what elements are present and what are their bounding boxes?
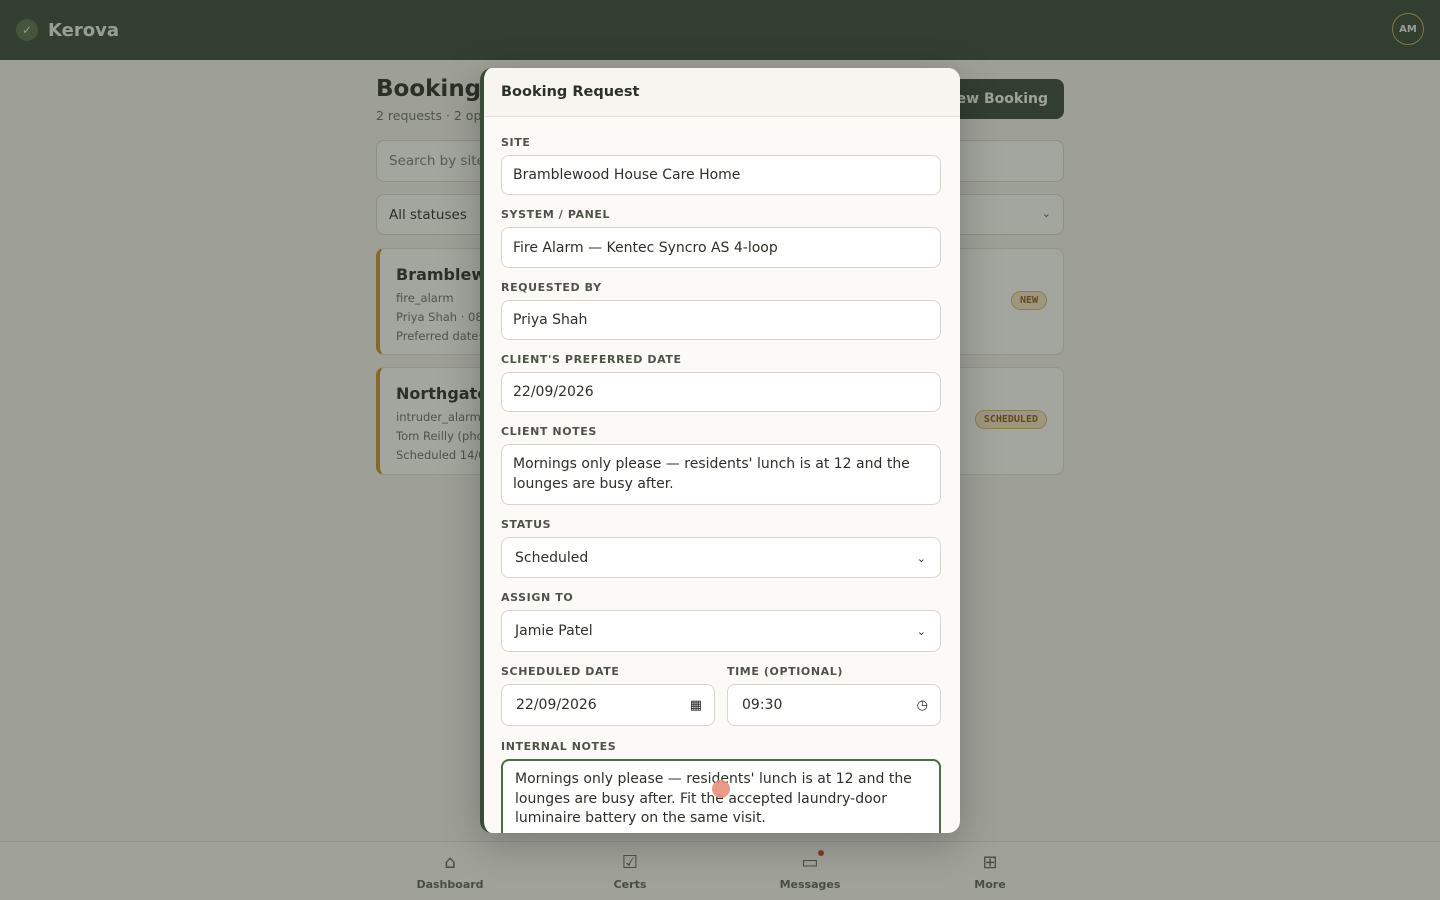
site-field[interactable]: Bramblewood House Care Home xyxy=(501,155,941,195)
requested-by-value: Priya Shah xyxy=(513,312,588,328)
time-input[interactable]: 09:30 ◷ xyxy=(727,684,941,726)
site-label: SITE xyxy=(501,136,531,149)
scheduled-date-label: SCHEDULED DATE xyxy=(501,665,620,678)
scheduled-date-input[interactable]: 22/09/2026 ▦ xyxy=(501,684,715,726)
modal-title: Booking Request xyxy=(484,68,960,117)
site-value: Bramblewood House Care Home xyxy=(513,167,741,183)
status-label: STATUS xyxy=(501,518,552,531)
assign-to-value: Jamie Patel xyxy=(515,623,593,639)
internal-notes-label: INTERNAL NOTES xyxy=(501,740,617,753)
assign-to-label: ASSIGN TO xyxy=(501,591,574,604)
time-value: 09:30 xyxy=(742,697,783,713)
system-value: Fire Alarm — Kentec Syncro AS 4-loop xyxy=(513,239,778,256)
client-notes-field[interactable]: Mornings only please — residents' lunch … xyxy=(501,444,941,505)
assign-to-select[interactable]: Jamie Patel ⌄ xyxy=(501,610,941,652)
preferred-date-value: 22/09/2026 xyxy=(513,384,594,400)
client-notes-value: Mornings only please — residents' lunch … xyxy=(513,456,910,492)
time-label: TIME (OPTIONAL) xyxy=(727,665,844,678)
calendar-icon[interactable]: ▦ xyxy=(690,698,702,713)
scheduled-date-value: 22/09/2026 xyxy=(516,697,597,713)
chevron-down-icon: ⌄ xyxy=(916,625,926,638)
system-label: SYSTEM / PANEL xyxy=(501,208,611,221)
pointer-cursor xyxy=(712,780,730,798)
status-select[interactable]: Scheduled ⌄ xyxy=(501,537,941,578)
preferred-date-field[interactable]: 22/09/2026 xyxy=(501,372,941,412)
chevron-down-icon: ⌄ xyxy=(916,552,926,565)
internal-notes-value: Mornings only please — residents' lunch … xyxy=(515,771,912,826)
status-value: Scheduled xyxy=(515,549,589,566)
requested-by-field[interactable]: Priya Shah xyxy=(501,300,941,340)
preferred-date-label: CLIENT'S PREFERRED DATE xyxy=(501,353,682,366)
requested-by-label: REQUESTED BY xyxy=(501,281,602,294)
client-notes-label: CLIENT NOTES xyxy=(501,425,597,438)
system-panel-field[interactable]: Fire Alarm — Kentec Syncro AS 4-loop xyxy=(501,227,941,268)
booking-request-modal: Booking Request SITE Bramblewood House C… xyxy=(480,68,960,833)
clock-icon[interactable]: ◷ xyxy=(917,698,928,713)
